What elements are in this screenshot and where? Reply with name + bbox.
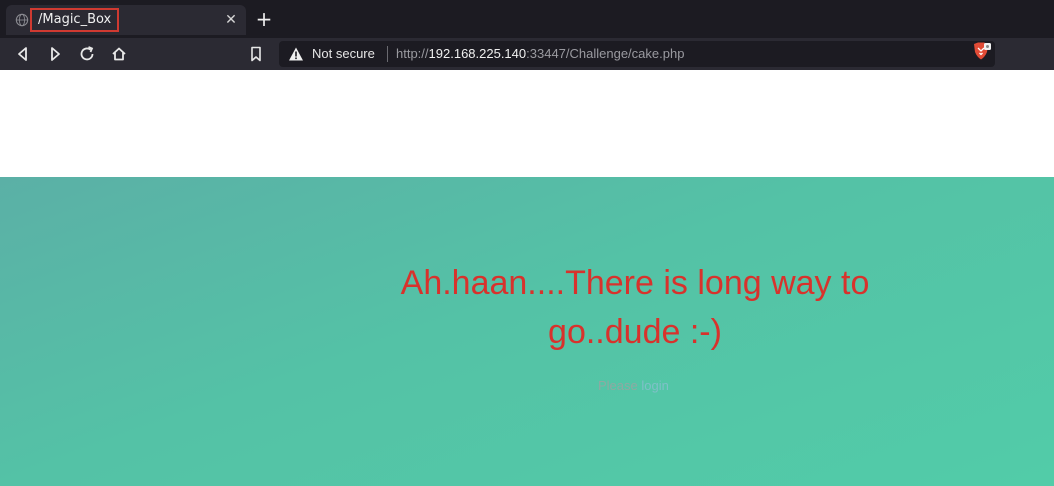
url-text[interactable]: http://192.168.225.140:33447/Challenge/c… [396, 45, 684, 63]
login-prompt: Please login [598, 378, 669, 393]
back-icon [18, 47, 27, 61]
home-button[interactable] [107, 42, 131, 66]
security-status[interactable]: Not secure [312, 45, 375, 63]
reload-button[interactable] [75, 42, 99, 66]
url-divider [387, 46, 388, 62]
brave-shield-icon [974, 42, 991, 60]
browser-toolbar: Not secure http://192.168.225.140:33447/… [0, 38, 1054, 70]
hero-section: Ah.haan....There is long way to go..dude… [0, 177, 1054, 486]
brave-shield-button[interactable] [970, 40, 992, 62]
home-icon [112, 47, 126, 61]
bookmark-icon [251, 46, 261, 62]
bookmark-button[interactable] [246, 44, 266, 64]
page-content: Ah.haan....There is long way to go..dude… [0, 70, 1054, 486]
forward-icon [51, 47, 60, 61]
globe-icon [15, 13, 29, 27]
login-link[interactable]: login [641, 378, 668, 393]
login-prompt-text: Please [598, 378, 642, 393]
reload-icon [80, 46, 94, 61]
browser-tab[interactable]: /Magic_Box ✕ [6, 5, 246, 35]
page-message: Ah.haan....There is long way to go..dude… [400, 264, 870, 351]
url-bar[interactable]: Not secure http://192.168.225.140:33447/… [279, 41, 995, 67]
url-host: 192.168.225.140 [428, 46, 527, 61]
tab-title: /Magic_Box [30, 8, 120, 32]
close-icon[interactable]: ✕ [222, 11, 240, 29]
url-scheme: http:// [396, 46, 429, 61]
url-path: :33447/Challenge/cake.php [526, 46, 685, 61]
back-button[interactable] [11, 42, 35, 66]
tab-strip: /Magic_Box ✕ + [0, 0, 1054, 38]
forward-button[interactable] [43, 42, 67, 66]
new-tab-button[interactable]: + [253, 8, 275, 30]
warning-icon[interactable] [288, 46, 304, 62]
